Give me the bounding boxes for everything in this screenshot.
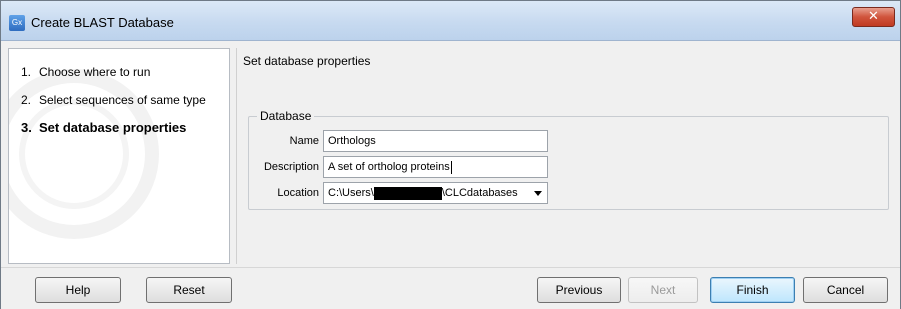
step-number: 2. <box>21 93 32 107</box>
main-content: Set database properties Database Name Or… <box>236 48 896 264</box>
cancel-button[interactable]: Cancel <box>803 277 888 303</box>
step-3-current: 3. Set database properties <box>21 121 223 135</box>
step-number: 1. <box>21 65 32 79</box>
steps-list: 1. Choose where to run 2. Select sequenc… <box>21 65 223 149</box>
reset-button[interactable]: Reset <box>146 277 232 303</box>
step-1: 1. Choose where to run <box>21 65 223 79</box>
database-group: Database Name Orthologs Description A se… <box>248 109 889 210</box>
description-row: Description A set of ortholog proteins <box>249 156 548 178</box>
name-row: Name Orthologs <box>249 130 548 152</box>
step-2: 2. Select sequences of same type <box>21 93 223 107</box>
step-number: 3. <box>21 120 32 135</box>
description-value: A set of ortholog proteins <box>328 161 450 173</box>
step-label: Select sequences of same type <box>39 93 206 107</box>
location-row: Location C:\Users\ \CLCdatabases <box>249 182 548 204</box>
app-logo-icon: Gx <box>9 15 25 31</box>
name-label: Name <box>289 135 319 147</box>
create-blast-database-dialog: Gx Create BLAST Database ✕ 1. Choose whe… <box>0 0 901 309</box>
step-label: Set database properties <box>39 120 187 135</box>
section-title: Set database properties <box>243 54 371 68</box>
location-prefix: C:\Users\ <box>328 187 374 199</box>
help-button[interactable]: Help <box>35 277 121 303</box>
step-label: Choose where to run <box>39 65 151 79</box>
chevron-down-icon[interactable] <box>534 191 542 196</box>
title-bar[interactable]: Gx Create BLAST Database ✕ <box>1 1 900 41</box>
description-field[interactable]: A set of ortholog proteins <box>323 156 548 178</box>
text-cursor <box>450 160 452 174</box>
name-value: Orthologs <box>328 135 376 147</box>
wizard-steps-panel: 1. Choose where to run 2. Select sequenc… <box>8 48 230 264</box>
group-legend: Database <box>257 109 315 123</box>
window-title: Create BLAST Database <box>31 15 174 30</box>
button-bar: Help Reset Previous Next Finish Cancel <box>1 267 900 309</box>
finish-button[interactable]: Finish <box>710 277 795 303</box>
location-select[interactable]: C:\Users\ \CLCdatabases <box>323 182 548 204</box>
description-label: Description <box>263 161 319 173</box>
redacted-username <box>373 186 442 200</box>
previous-button[interactable]: Previous <box>537 277 621 303</box>
location-suffix: \CLCdatabases <box>441 187 518 199</box>
location-label: Location <box>277 187 319 199</box>
next-button[interactable]: Next <box>628 277 698 303</box>
name-field[interactable]: Orthologs <box>323 130 548 152</box>
close-button[interactable]: ✕ <box>852 7 895 27</box>
